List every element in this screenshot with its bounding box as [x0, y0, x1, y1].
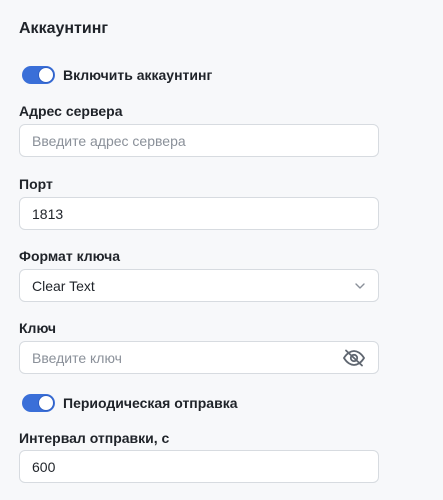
port-label: Порт: [19, 176, 53, 192]
key-format-select[interactable]: Clear Text: [19, 269, 379, 302]
accounting-toggle-label: Включить аккаунтинг: [63, 67, 213, 83]
send-interval-input[interactable]: [32, 458, 366, 475]
port-input[interactable]: [32, 205, 366, 222]
periodic-toggle[interactable]: [22, 394, 55, 412]
periodic-toggle-label: Периодическая отправка: [63, 395, 238, 411]
server-address-label: Адрес сервера: [19, 103, 123, 119]
key-format-label: Формат ключа: [19, 248, 120, 264]
periodic-toggle-row: Периодическая отправка: [22, 394, 238, 412]
key-input[interactable]: [32, 349, 342, 366]
send-interval-field: [19, 450, 379, 483]
toggle-knob: [38, 67, 54, 83]
server-address-input[interactable]: [32, 132, 366, 149]
port-field: [19, 197, 379, 230]
key-format-selected: Clear Text: [32, 277, 95, 294]
send-interval-label: Интервал отправки, с: [19, 430, 170, 446]
accounting-panel: Аккаунтинг Включить аккаунтинг Адрес сер…: [0, 0, 443, 500]
server-address-field: [19, 124, 379, 157]
eye-off-icon[interactable]: [342, 348, 366, 368]
accounting-toggle-row: Включить аккаунтинг: [22, 66, 212, 84]
accounting-toggle[interactable]: [22, 66, 55, 84]
key-label: Ключ: [19, 320, 56, 336]
key-field: [19, 341, 379, 374]
toggle-knob: [38, 395, 54, 411]
section-title: Аккаунтинг: [19, 20, 109, 37]
chevron-down-icon: [354, 280, 366, 292]
